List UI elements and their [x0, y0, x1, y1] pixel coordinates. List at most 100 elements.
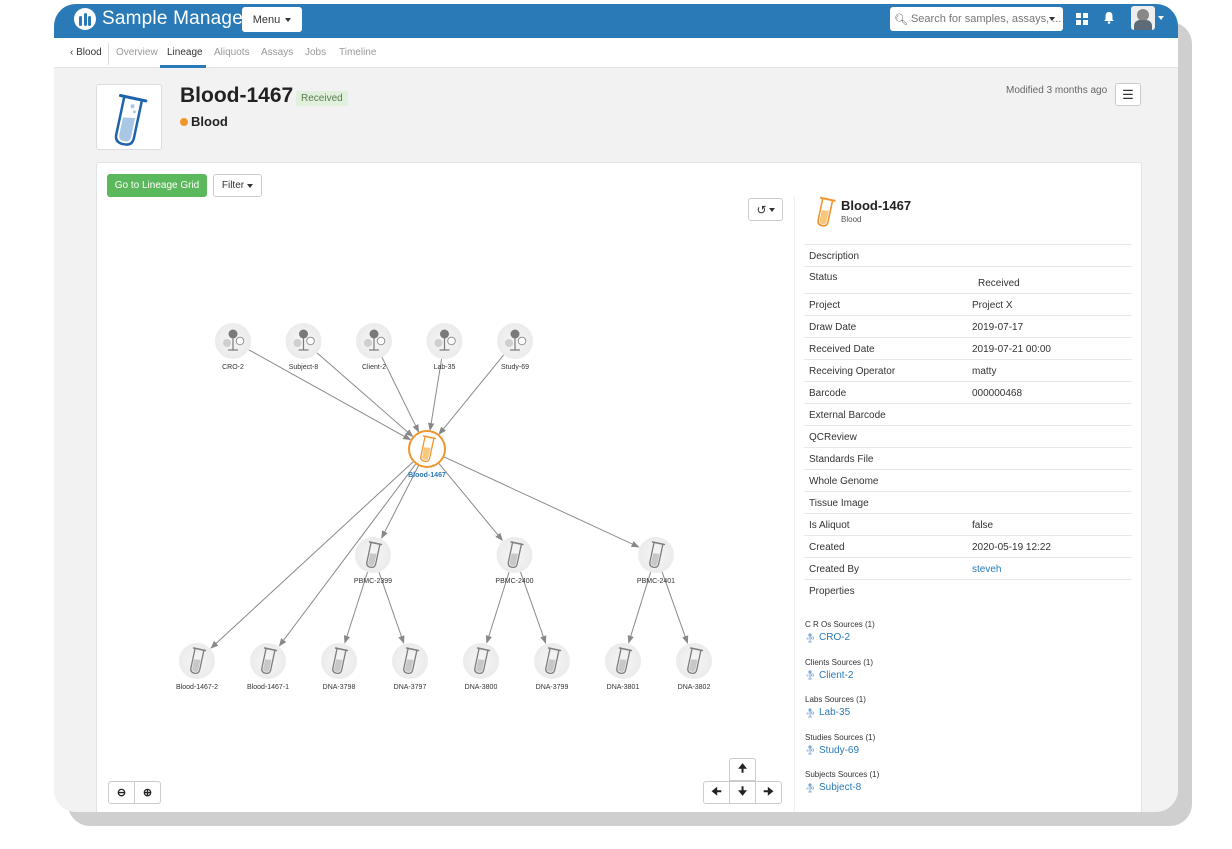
lineage-node[interactable]: Client-2 [356, 323, 392, 371]
tab-jobs[interactable]: Jobs [305, 47, 326, 58]
node-label: Client-2 [362, 364, 386, 371]
app-logo[interactable]: Sample Manager [74, 8, 250, 30]
sub-navigation: ‹ Blood Overview Lineage Aliquots Assays… [54, 38, 1178, 68]
property-row: QCReview [804, 425, 1132, 447]
grid-icon[interactable] [1076, 12, 1088, 28]
lineage-node[interactable]: Subject-8 [285, 323, 322, 371]
actions-menu-button[interactable]: ☰ [1115, 83, 1141, 106]
modified-timestamp: Modified 3 months ago [1006, 85, 1108, 96]
detail-title: Blood-1467 [841, 198, 912, 213]
caret-down-icon[interactable] [1158, 16, 1164, 20]
node-label: PBMC-2399 [354, 578, 392, 585]
property-value: matty [972, 366, 997, 377]
lineage-edge [438, 462, 503, 541]
property-row: Whole Genome [804, 469, 1132, 491]
lineage-node-selected[interactable]: Blood-1467 [408, 430, 446, 479]
lineage-graph[interactable]: CRO-2 Subject-8 Client-2 Lab-35 Study-69 Bloo… [97, 163, 797, 812]
property-value: 2020-05-19 12:22 [972, 542, 1051, 553]
lineage-node[interactable]: DNA-3802 [676, 643, 712, 691]
arrow-right-icon: 🠊 [763, 786, 774, 798]
hamburger-icon: ☰ [1122, 86, 1134, 102]
source-link[interactable]: CRO-2 [805, 632, 879, 643]
tab-timeline[interactable]: Timeline [339, 47, 376, 58]
lineage-node[interactable]: DNA-3798 [321, 643, 357, 691]
lineage-node[interactable]: DNA-3800 [463, 643, 499, 691]
node-label: CRO-2 [222, 364, 244, 371]
source-group-title: Clients Sources (1) [805, 657, 874, 667]
zoom-in-button[interactable]: ⊕ [134, 781, 161, 804]
bell-icon[interactable] [1103, 11, 1115, 27]
lineage-node[interactable]: PBMC-2401 [637, 537, 675, 585]
property-key: Created [809, 542, 845, 553]
properties-table: Description Status Received Project Project … [804, 244, 1132, 601]
source-group: Studies Sources (1) Study-69 [805, 733, 879, 771]
property-key: Received Date [809, 344, 875, 355]
property-key: Receiving Operator [809, 366, 896, 377]
source-link[interactable]: Lab-35 [805, 707, 879, 718]
lineage-node[interactable]: Lab-35 [426, 323, 463, 371]
lineage-node[interactable]: DNA-3801 [605, 643, 641, 691]
back-link[interactable]: ‹ Blood [70, 47, 102, 58]
source-group: Subjects Sources (1) Subject-8 [805, 770, 879, 808]
property-row: Standards File [804, 447, 1132, 469]
back-label: Blood [76, 47, 102, 58]
lineage-node[interactable]: DNA-3799 [534, 643, 570, 691]
pan-up-button[interactable]: 🠉 [729, 758, 756, 781]
search-input[interactable]: 🔍︎ Search for samples, assays, ... [890, 7, 1063, 31]
lineage-node[interactable]: DNA-3797 [392, 643, 428, 691]
pan-left-button[interactable]: 🠈 [703, 781, 730, 804]
source-link[interactable]: Subject-8 [805, 782, 879, 793]
source-group-title: Subjects Sources (1) [805, 770, 880, 779]
pan-down-button[interactable]: 🠋 [729, 781, 756, 804]
created-by-link[interactable]: steveh [972, 564, 1001, 575]
lineage-edge [278, 463, 417, 647]
lineage-panel: Go to Lineage Grid Filter ↺ CRO-2 Subject… [96, 162, 1142, 812]
source-link-label: Subject-8 [819, 782, 862, 793]
property-row: Created 2020-05-19 12:22 [804, 535, 1132, 557]
tab-aliquots[interactable]: Aliquots [214, 47, 250, 58]
test-tube-icon [114, 94, 148, 146]
user-avatar[interactable] [1131, 6, 1155, 30]
node-label: Study-69 [501, 364, 529, 371]
node-label: DNA-3797 [394, 684, 427, 691]
lineage-node[interactable]: Blood-1467-1 [247, 643, 289, 691]
node-label: PBMC-2400 [495, 578, 533, 585]
lineage-node[interactable]: Blood-1467-2 [176, 643, 218, 691]
property-value: 000000468 [972, 388, 1023, 399]
tab-overview[interactable]: Overview [116, 47, 158, 58]
lineage-node[interactable]: PBMC-2399 [354, 537, 392, 585]
zoom-out-button[interactable]: ⊖ [108, 781, 135, 804]
source-group: Labs Sources (1) Lab-35 [805, 695, 879, 733]
source-icon [806, 745, 815, 755]
status-badge: Received [296, 91, 348, 106]
sample-icon-card [96, 84, 162, 150]
source-link-label: CRO-2 [819, 632, 851, 643]
source-link[interactable]: Study-69 [805, 745, 879, 756]
property-key: Created By [809, 564, 860, 575]
property-row: Draw Date 2019-07-17 [804, 315, 1132, 337]
property-key: Properties [809, 586, 855, 597]
lineage-node[interactable]: Study-69 [497, 323, 533, 371]
pan-right-button[interactable]: 🠊 [755, 781, 782, 804]
tab-lineage[interactable]: Lineage [167, 47, 203, 58]
source-icon [806, 670, 815, 680]
active-tab-indicator [160, 65, 206, 68]
node-label: Lab-35 [434, 364, 456, 371]
tab-assays[interactable]: Assays [261, 47, 293, 58]
menu-label: Menu [252, 13, 281, 26]
caret-down-icon[interactable] [1049, 17, 1055, 21]
lineage-node[interactable]: PBMC-2400 [495, 537, 534, 585]
arrow-up-icon: 🠉 [737, 763, 748, 775]
lineage-node[interactable]: CRO-2 [215, 323, 251, 371]
property-key: Draw Date [809, 322, 857, 333]
property-key: Tissue Image [809, 498, 869, 509]
menu-button[interactable]: Menu [242, 7, 302, 32]
sources-list: C R Os Sources (1) CRO-2 Clients Sources (… [805, 620, 879, 808]
node-label: Blood-1467-2 [176, 684, 218, 691]
property-key: Description [809, 251, 860, 262]
app-name: Sample Manager [102, 8, 250, 29]
page-title: Blood-1467 [180, 84, 294, 107]
sample-type: Blood [180, 114, 228, 129]
property-value: 2019-07-17 [972, 322, 1024, 333]
source-link[interactable]: Client-2 [805, 670, 879, 681]
